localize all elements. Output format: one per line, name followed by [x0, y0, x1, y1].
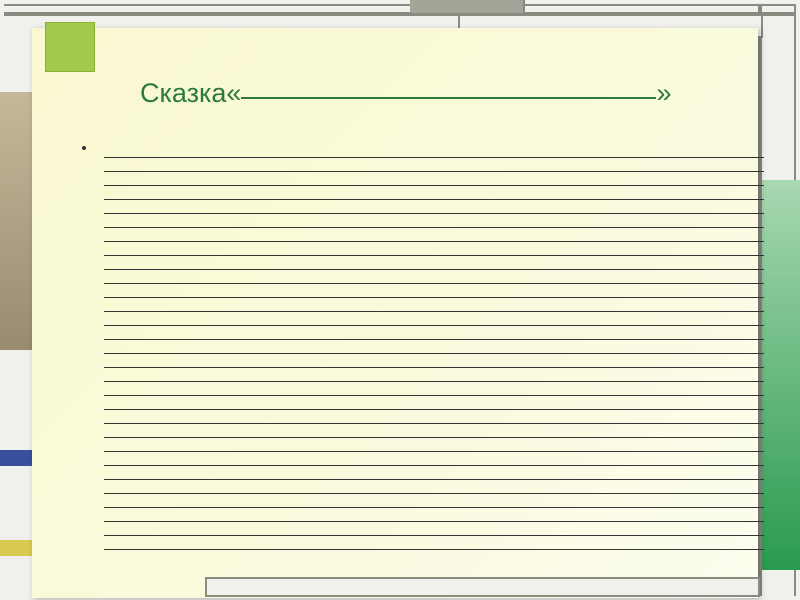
blank-line	[104, 172, 764, 186]
main-card: Сказка« »	[32, 28, 758, 598]
decor-left-yellow	[0, 540, 32, 556]
blank-line	[104, 382, 764, 396]
blank-line	[104, 522, 764, 536]
blank-line	[104, 438, 764, 452]
blank-line	[104, 480, 764, 494]
decor-left-brown	[0, 92, 32, 350]
blank-line	[104, 214, 764, 228]
blank-line	[104, 410, 764, 424]
blank-line	[104, 242, 764, 256]
blank-line	[104, 284, 764, 298]
blank-line	[104, 146, 764, 158]
blank-line	[104, 200, 764, 214]
decor-right-green	[762, 180, 800, 570]
slide-title: Сказка« »	[140, 78, 671, 109]
blank-line	[104, 326, 764, 340]
blank-line	[104, 536, 764, 550]
blank-line	[104, 298, 764, 312]
blank-line	[104, 396, 764, 410]
title-prefix: Сказка«	[140, 78, 241, 108]
blank-line	[104, 424, 764, 438]
frame-line-top	[4, 4, 796, 6]
blank-line	[104, 312, 764, 326]
blank-line	[104, 256, 764, 270]
blank-line	[104, 452, 764, 466]
bullet-dot	[82, 146, 86, 150]
blank-line	[104, 354, 764, 368]
decor-left-blue	[0, 450, 32, 466]
blank-line	[104, 158, 764, 172]
blank-line	[104, 186, 764, 200]
blank-line	[104, 340, 764, 354]
blank-line	[104, 228, 764, 242]
blank-line	[104, 368, 764, 382]
decor-tab-top	[410, 0, 525, 13]
body-lines	[104, 146, 764, 550]
title-blank-line	[241, 97, 656, 99]
title-suffix: »	[656, 78, 671, 108]
blank-line	[104, 494, 764, 508]
blank-line	[104, 508, 764, 522]
decor-green-square	[45, 22, 95, 72]
blank-line	[104, 466, 764, 480]
blank-line	[104, 270, 764, 284]
decor-inset-bottom	[205, 577, 760, 597]
